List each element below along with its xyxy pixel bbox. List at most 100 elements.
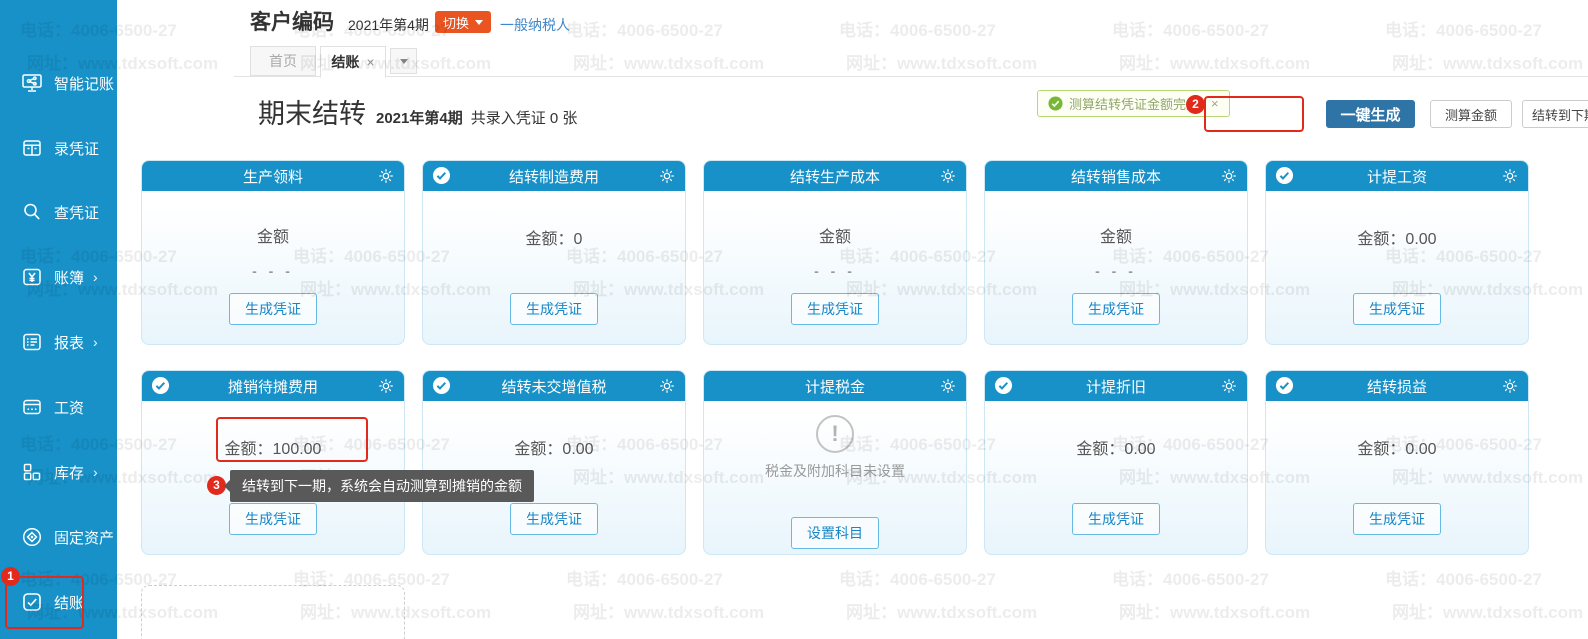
gear-icon[interactable] (939, 377, 957, 395)
page-title: 期末结转 (258, 92, 366, 131)
tab-close-icon[interactable]: × (366, 54, 374, 70)
sidebar-item-voucher-search[interactable]: 查凭证 (0, 196, 117, 228)
generate-voucher-button[interactable]: 生成凭证 (510, 503, 598, 535)
sidebar-item-label: 结账 (54, 592, 84, 613)
gear-icon[interactable] (1220, 377, 1238, 395)
gear-icon[interactable] (1501, 377, 1519, 395)
card-header: 结转损益 (1266, 371, 1528, 401)
tab-list-dropdown[interactable] (390, 48, 417, 74)
amount-text: 金额：0.00 (1266, 191, 1528, 249)
amount-dashes: - - - (142, 263, 404, 279)
gear-icon[interactable] (939, 167, 957, 185)
check-circle-icon (994, 376, 1013, 395)
card-title: 结转未交增值税 (501, 376, 606, 397)
card-amortize-prepaid-expense: 摊销待摊费用 金额：100.00 生成凭证 (141, 370, 405, 555)
sidebar-item-fixed-assets[interactable]: 固定资产 (0, 521, 117, 553)
card-header: 结转销售成本 (985, 161, 1247, 191)
card-accrue-salary: 计提工资 金额：0.00 生成凭证 (1265, 160, 1529, 345)
sidebar-item-label: 录凭证 (54, 138, 99, 159)
card-header: 生产领料 (142, 161, 404, 191)
gear-icon[interactable] (658, 377, 676, 395)
next-card-placeholder (141, 585, 405, 639)
report-list-icon (20, 330, 44, 354)
one-click-generate-button[interactable]: 一键生成 (1326, 100, 1415, 128)
sidebar-item-ledgers[interactable]: 账簿 › (0, 261, 117, 293)
check-circle-icon (151, 376, 170, 395)
card-header: 计提税金 (704, 371, 966, 401)
sidebar-item-label: 工资 (54, 397, 84, 418)
amount-text: 金额：0.00 (985, 401, 1247, 459)
voucher-count: 共录入凭证 0 张 (471, 107, 578, 128)
caret-down-icon (475, 20, 483, 25)
generate-voucher-button[interactable]: 生成凭证 (791, 293, 879, 325)
card-title: 计提折旧 (1086, 376, 1146, 397)
card-body: 金额：0.00 生成凭证 (423, 401, 685, 555)
sidebar-item-smart-accounting[interactable]: 智能记账 (0, 67, 117, 99)
card-body: 金额 - - - 生成凭证 (985, 191, 1247, 345)
caret-down-icon (400, 59, 408, 64)
gear-icon[interactable] (1501, 167, 1519, 185)
card-title: 结转损益 (1367, 376, 1427, 397)
payroll-card-icon (20, 395, 44, 419)
card-body: 金额：0 生成凭证 (423, 191, 685, 345)
gear-icon[interactable] (658, 167, 676, 185)
warning-mark: ! (831, 421, 838, 446)
sidebar: 智能记账 录凭证 查凭证 账簿 › 报表 › 工资 库存 › (0, 0, 117, 639)
carry-to-next-period-button[interactable]: 结转到下期 (1522, 100, 1588, 128)
gear-icon[interactable] (1220, 167, 1238, 185)
sidebar-item-reports[interactable]: 报表 › (0, 326, 117, 358)
card-accrue-tax: 计提税金 ! 税金及附加科目未设置 设置科目 (703, 370, 967, 555)
card-body: 金额：0.00 生成凭证 (1266, 191, 1528, 345)
check-circle-icon (432, 376, 451, 395)
gear-icon[interactable] (377, 167, 395, 185)
check-circle-icon (432, 166, 451, 185)
card-production-picking: 生产领料 金额 - - - 生成凭证 (141, 160, 405, 345)
card-carryover-production-cost: 结转生产成本 金额 - - - 生成凭证 (703, 160, 967, 345)
card-header: 计提工资 (1266, 161, 1528, 191)
card-body: 金额：0.00 生成凭证 (1266, 401, 1528, 555)
card-body: 金额：100.00 生成凭证 (142, 401, 404, 555)
app-root: 智能记账 录凭证 查凭证 账簿 › 报表 › 工资 库存 › (0, 0, 1588, 639)
amount-text: 金额：0.00 (1266, 401, 1528, 459)
generate-voucher-button[interactable]: 生成凭证 (229, 293, 317, 325)
card-body: 金额 - - - 生成凭证 (142, 191, 404, 345)
generate-voucher-button[interactable]: 生成凭证 (1353, 293, 1441, 325)
generate-voucher-button[interactable]: 生成凭证 (510, 293, 598, 325)
tab-closing[interactable]: 结账 × (320, 46, 386, 78)
sidebar-item-closing[interactable]: 结账 (0, 586, 117, 618)
sidebar-item-label: 查凭证 (54, 202, 99, 223)
sidebar-item-payroll[interactable]: 工资 (0, 391, 117, 423)
switch-period-button[interactable]: 切换 (435, 11, 491, 33)
closing-check-icon (20, 590, 44, 614)
set-subject-button[interactable]: 设置科目 (791, 517, 879, 549)
amount-text: 金额：0.00 (423, 401, 685, 459)
toast-text: 测算结转凭证金额完成 (1069, 94, 1199, 113)
sidebar-item-voucher-entry[interactable]: 录凭证 (0, 132, 117, 164)
gear-icon[interactable] (377, 377, 395, 395)
card-body: 金额：0.00 生成凭证 (985, 401, 1247, 555)
sidebar-item-label: 智能记账 (54, 73, 114, 94)
card-title: 计提税金 (805, 376, 865, 397)
card-header: 结转生产成本 (704, 161, 966, 191)
tab-home[interactable]: 首页 (250, 46, 316, 76)
calc-complete-toast: 测算结转凭证金额完成 × (1037, 90, 1230, 117)
ledger-yuan-icon (20, 265, 44, 289)
card-title: 生产领料 (243, 166, 303, 187)
card-header: 结转制造费用 (423, 161, 685, 191)
generate-voucher-button[interactable]: 生成凭证 (1072, 293, 1160, 325)
amount-label: 金额 (985, 191, 1247, 247)
toast-close-icon[interactable]: × (1211, 96, 1219, 111)
generate-voucher-button[interactable]: 生成凭证 (1353, 503, 1441, 535)
card-title: 摊销待摊费用 (228, 376, 318, 397)
generate-voucher-button[interactable]: 生成凭证 (1072, 503, 1160, 535)
sidebar-item-label: 账簿 (54, 267, 84, 288)
sidebar-item-inventory[interactable]: 库存 › (0, 456, 117, 488)
warning-icon: ! (816, 415, 854, 453)
calc-amount-button[interactable]: 测算金额 (1430, 100, 1512, 128)
tab-home-label: 首页 (269, 51, 297, 71)
card-accrue-depreciation: 计提折旧 金额：0.00 生成凭证 (984, 370, 1248, 555)
success-check-icon (1048, 96, 1063, 111)
generate-voucher-button[interactable]: 生成凭证 (229, 503, 317, 535)
card-body: ! 税金及附加科目未设置 设置科目 (704, 415, 966, 555)
taxpayer-type-link[interactable]: 一般纳税人 (500, 15, 570, 35)
